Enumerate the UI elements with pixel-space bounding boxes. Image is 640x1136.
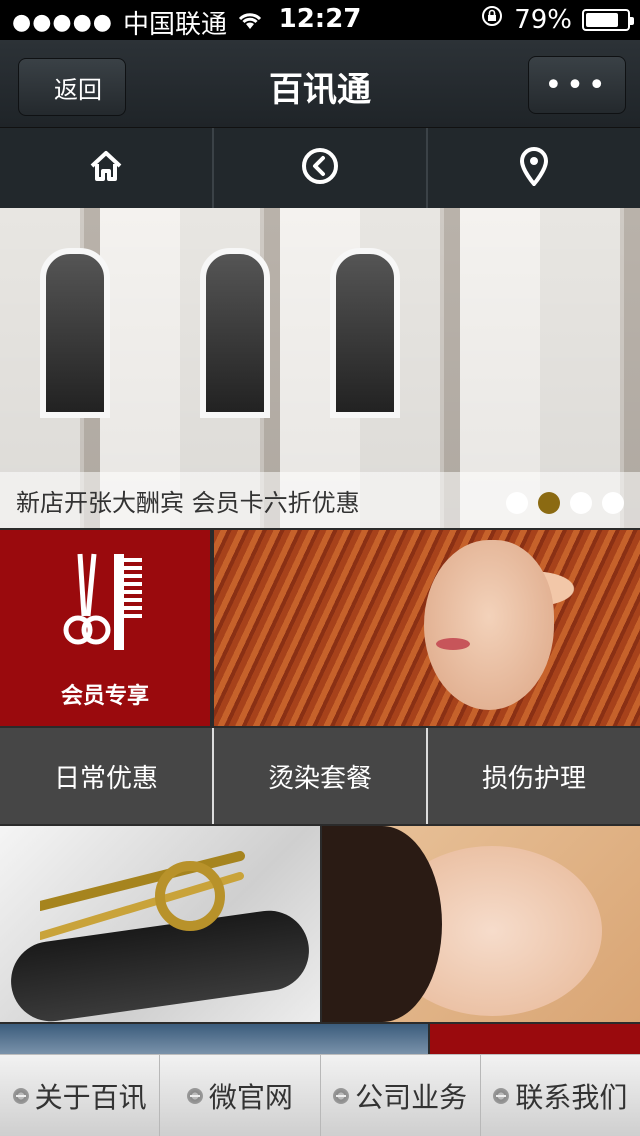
bullet-icon	[186, 1087, 203, 1104]
salon-mirror-image	[330, 248, 400, 418]
member-exclusive-tile[interactable]: 会员专享	[0, 530, 210, 726]
more-icon: •••	[544, 67, 610, 103]
menu-daily-offers[interactable]: 日常优惠	[0, 728, 212, 824]
spa-hair-image	[322, 826, 442, 1022]
banner-pagination	[506, 492, 624, 514]
quick-action-bar	[0, 128, 640, 208]
bullet-icon	[12, 1087, 29, 1104]
golden-scissors-icon	[35, 836, 280, 960]
status-bar: ●●●●● 中国联通 12:27 79%	[0, 0, 640, 40]
next-tile-red[interactable]	[430, 1024, 640, 1054]
location-button[interactable]	[428, 128, 640, 208]
promo-banner[interactable]: 新店开张大酬宾 会员卡六折优惠	[0, 208, 640, 528]
facial-spa-image[interactable]	[322, 826, 640, 1022]
bullet-icon	[493, 1087, 510, 1104]
model-lips-image	[436, 638, 470, 650]
menu-perm-dye-packages[interactable]: 烫染套餐	[214, 728, 426, 824]
pagination-dot-active[interactable]	[538, 492, 560, 514]
navigation-bar: 返回 百讯通 •••	[0, 40, 640, 128]
pagination-dot[interactable]	[570, 492, 592, 514]
scissors-comb-icon	[50, 546, 160, 660]
previous-button[interactable]	[214, 128, 428, 208]
tab-business[interactable]: 公司业务	[321, 1055, 481, 1136]
pagination-dot[interactable]	[506, 492, 528, 514]
model-face-image	[424, 540, 554, 710]
location-pin-icon	[518, 146, 550, 190]
bottom-tab-bar: 关于百讯 微官网 公司业务 联系我们	[0, 1054, 640, 1136]
menu-damage-care[interactable]: 损伤护理	[428, 728, 640, 824]
battery-icon	[582, 8, 634, 31]
home-icon	[88, 148, 124, 188]
salon-mirror-image	[40, 248, 110, 418]
banner-caption: 新店开张大酬宾 会员卡六折优惠	[16, 489, 360, 517]
bullet-icon	[333, 1087, 350, 1104]
tab-about-label: 关于百讯	[34, 1080, 147, 1114]
tab-micro-site-label: 微官网	[208, 1080, 293, 1114]
tab-micro-site[interactable]: 微官网	[160, 1055, 321, 1136]
tab-contact-label: 联系我们	[515, 1080, 628, 1114]
home-button[interactable]	[0, 128, 214, 208]
pagination-dot[interactable]	[602, 492, 624, 514]
battery-percent: 79%	[514, 4, 572, 35]
salon-mirror-image	[200, 248, 270, 418]
scissors-hair-image[interactable]	[0, 826, 320, 1022]
tab-business-label: 公司业务	[355, 1080, 468, 1114]
next-tile-image[interactable]	[0, 1024, 428, 1054]
service-menu: 日常优惠 烫染套餐 损伤护理	[0, 728, 640, 824]
member-exclusive-label: 会员专享	[60, 684, 149, 709]
hair-model-image[interactable]	[214, 530, 640, 726]
more-options-button[interactable]: •••	[528, 56, 626, 114]
tab-about[interactable]: 关于百讯	[0, 1055, 161, 1136]
rotation-lock-icon	[480, 4, 504, 35]
tab-contact[interactable]: 联系我们	[481, 1055, 640, 1136]
back-circle-icon	[300, 146, 340, 190]
